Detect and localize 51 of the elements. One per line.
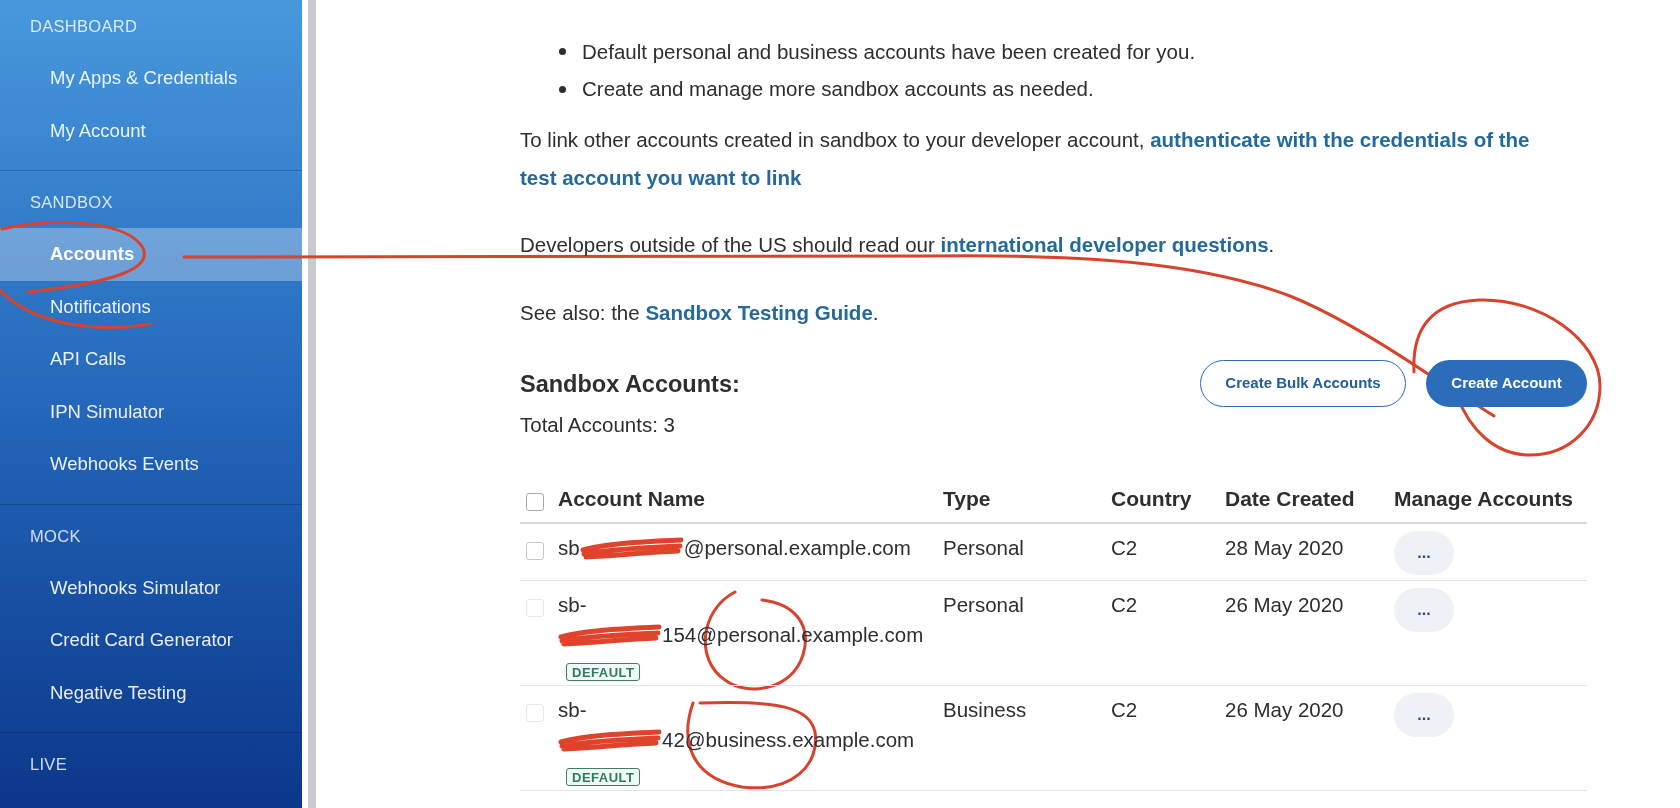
column-header: Manage Accounts <box>1394 487 1573 510</box>
account-name-text: sb- <box>558 592 587 618</box>
sidebar-item[interactable]: Credit Card Generator <box>0 614 302 667</box>
sidebar-item[interactable]: Webhooks Events <box>0 438 302 491</box>
sidebar-item[interactable]: IPN Simulator <box>0 385 302 438</box>
text-link[interactable]: authenticate with the credentials of the <box>1150 128 1530 151</box>
sidebar-item[interactable]: Negative Testing <box>0 666 302 719</box>
table-cell-text: C2 <box>1111 535 1138 561</box>
section-title: MOCK <box>30 525 81 546</box>
text-link[interactable]: test account you want to link <box>520 166 802 189</box>
sidebar-item[interactable]: Webhooks Simulator <box>0 561 302 614</box>
column-header: Account Name <box>558 487 706 510</box>
account-name-text: sb- <box>558 697 587 723</box>
sidebar-item[interactable]: Notifications <box>0 280 302 333</box>
account-name-text: @personal.example.com <box>683 535 911 561</box>
text-link[interactable]: international developer questions <box>940 233 1269 256</box>
table-cell-text: 26 May 2020 <box>1225 697 1344 723</box>
sidebar-item[interactable]: My Apps & Credentials <box>0 52 302 105</box>
more-button[interactable]: ... <box>1394 531 1454 575</box>
column-header: Date Created <box>1225 487 1355 510</box>
table-cell-text: C2 <box>1111 697 1138 723</box>
default-badge: DEFAULT <box>566 663 641 681</box>
section-title: SANDBOX <box>30 192 113 212</box>
section-title: DASHBOARD <box>30 16 138 36</box>
paragraph-text: See also: the Sandbox Testing Guide. <box>520 300 880 326</box>
bullet-text: Default personal and business accounts have been created for you. <box>582 38 1196 65</box>
sidebar-item[interactable]: My Account <box>0 104 302 157</box>
sidebar-item[interactable]: API Calls <box>0 333 302 386</box>
section-heading: Sandbox Accounts: <box>520 369 740 399</box>
section-title: LIVE <box>30 754 67 774</box>
table-cell-text: 26 May 2020 <box>1225 592 1344 618</box>
checkbox[interactable] <box>526 492 544 511</box>
checkbox[interactable] <box>526 542 544 560</box>
table-cell-text: Business <box>943 697 1027 723</box>
table-cell-text: C2 <box>1111 592 1138 618</box>
table-cell-text: Personal <box>943 592 1024 618</box>
table-cell-text: 28 May 2020 <box>1225 535 1344 561</box>
bullet-icon <box>559 48 566 56</box>
paragraph-text: To link other accounts created in sandbox to your developer account, authenticate with the credentials of the test account you want to link <box>520 127 1531 191</box>
bullet-text: Create and manage more sandbox accounts as needed. <box>582 76 1094 103</box>
default-badge: DEFAULT <box>566 768 641 786</box>
bullet-icon <box>559 85 566 93</box>
total-count-text: Total Accounts: 3 <box>520 412 675 438</box>
account-name-text: sb <box>558 535 580 561</box>
table-cell-text: Personal <box>943 535 1024 561</box>
secondary-button[interactable]: Create Bulk Accounts <box>1200 360 1406 407</box>
column-header: Country <box>1111 487 1192 510</box>
column-header: Type <box>943 487 991 510</box>
text-link[interactable]: Sandbox Testing Guide <box>645 301 873 324</box>
paragraph-text: Developers outside of the US should read our international developer questions. <box>520 232 1276 258</box>
primary-button[interactable]: Create Account <box>1426 360 1587 407</box>
